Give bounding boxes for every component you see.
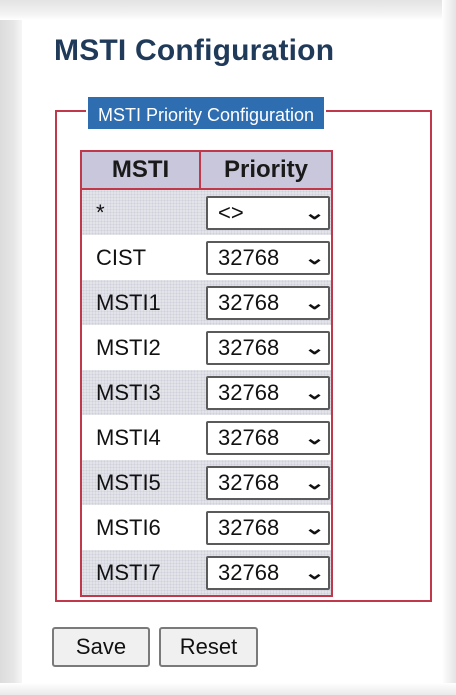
msti-label: MSTI1	[81, 280, 200, 325]
msti-label: *	[81, 189, 200, 235]
msti-label: MSTI7	[81, 550, 200, 596]
chevron-down-icon: ⌄	[303, 427, 326, 448]
screenshot-frame-top	[0, 0, 456, 20]
msti-label: MSTI3	[81, 370, 200, 415]
table-row: MSTI3 32768 ⌄	[81, 370, 332, 415]
msti-label: CIST	[81, 235, 200, 280]
table-row: MSTI6 32768 ⌄	[81, 505, 332, 550]
table-row: MSTI7 32768 ⌄	[81, 550, 332, 596]
reset-button[interactable]: Reset	[159, 627, 258, 667]
chevron-down-icon: ⌄	[303, 382, 326, 403]
priority-value: 32768	[218, 469, 280, 495]
table-header-row: MSTI Priority	[80, 150, 333, 190]
chevron-down-icon: ⌄	[303, 562, 326, 583]
priority-value: 32768	[218, 334, 280, 360]
chevron-down-icon: ⌄	[303, 337, 326, 358]
priority-select-msti3[interactable]: 32768 ⌄	[206, 375, 330, 410]
priority-value: 32768	[218, 289, 280, 315]
page-title: MSTI Configuration	[54, 34, 335, 67]
priority-select-msti4[interactable]: 32768 ⌄	[206, 420, 330, 455]
msti-priority-table: MSTI Priority * <> ⌄ CIST 32768 ⌄ MSTI1 …	[80, 150, 333, 597]
priority-value: 32768	[218, 559, 280, 585]
table-row: * <> ⌄	[81, 189, 332, 235]
priority-value: 32768	[218, 379, 280, 405]
msti-label: MSTI6	[81, 505, 200, 550]
chevron-down-icon: ⌄	[303, 517, 326, 538]
chevron-down-icon: ⌄	[303, 292, 326, 313]
priority-select-msti6[interactable]: 32768 ⌄	[206, 510, 330, 545]
msti-label: MSTI5	[81, 460, 200, 505]
save-button[interactable]: Save	[52, 627, 150, 667]
table-row: CIST 32768 ⌄	[81, 235, 332, 280]
priority-value: <>	[218, 199, 244, 225]
priority-select-msti2[interactable]: 32768 ⌄	[206, 330, 330, 365]
priority-value: 32768	[218, 424, 280, 450]
priority-value: 32768	[218, 244, 280, 270]
table-row: MSTI1 32768 ⌄	[81, 280, 332, 325]
priority-select-cist[interactable]: 32768 ⌄	[206, 240, 330, 275]
priority-select-all[interactable]: <> ⌄	[206, 195, 330, 230]
msti-label: MSTI4	[81, 415, 200, 460]
priority-value: 32768	[218, 514, 280, 540]
priority-fieldset-legend: MSTI Priority Configuration	[86, 95, 327, 131]
msti-column-header: MSTI	[80, 150, 201, 190]
table-row: MSTI4 32768 ⌄	[81, 415, 332, 460]
priority-select-msti7[interactable]: 32768 ⌄	[206, 555, 330, 590]
chevron-down-icon: ⌄	[303, 247, 326, 268]
screenshot-frame-right	[442, 0, 456, 695]
screenshot-frame-left	[0, 20, 22, 695]
chevron-down-icon: ⌄	[303, 202, 326, 223]
table-row: MSTI5 32768 ⌄	[81, 460, 332, 505]
chevron-down-icon: ⌄	[303, 472, 326, 493]
table-row: MSTI2 32768 ⌄	[81, 325, 332, 370]
priority-column-header: Priority	[199, 150, 333, 190]
priority-select-msti1[interactable]: 32768 ⌄	[206, 285, 330, 320]
priority-select-msti5[interactable]: 32768 ⌄	[206, 465, 330, 500]
msti-label: MSTI2	[81, 325, 200, 370]
screenshot-frame-bottom	[0, 683, 456, 695]
